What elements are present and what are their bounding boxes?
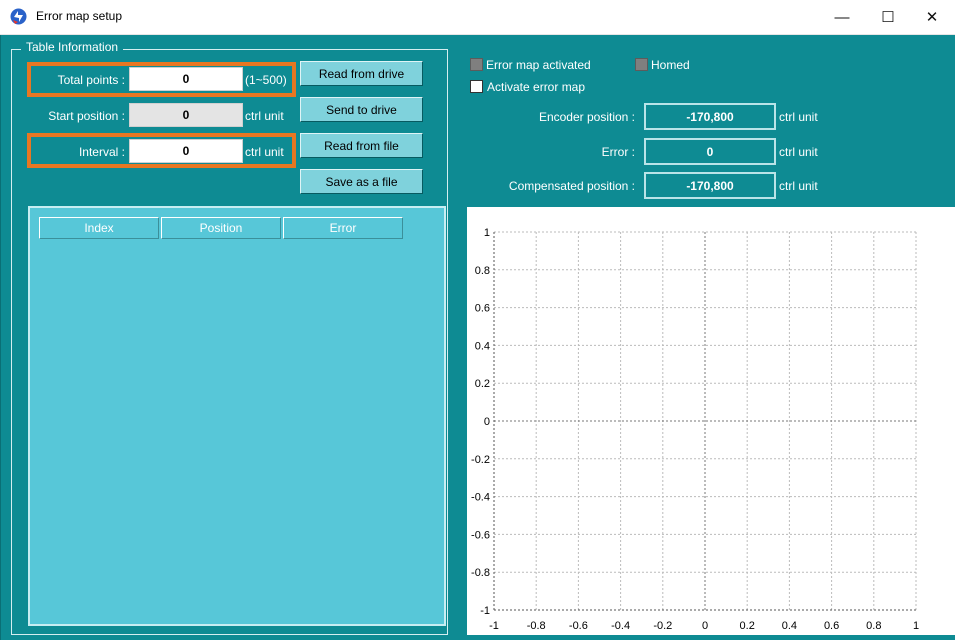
- chart-x-tick-label: 0.2: [740, 620, 755, 632]
- homed-label: Homed: [651, 58, 690, 72]
- interval-unit: ctrl unit: [245, 145, 284, 159]
- encoder-position-value: -170,800: [644, 103, 776, 130]
- chart-y-tick-label: 0.2: [475, 378, 490, 390]
- chart-y-tick-label: -0.6: [471, 529, 490, 541]
- chart-x-tick-label: -1: [489, 620, 499, 632]
- chart-y-tick-label: 0: [484, 416, 490, 428]
- chart-x-tick-label: 1: [913, 620, 919, 632]
- column-header-index[interactable]: Index: [39, 217, 159, 239]
- compensated-position-label: Compensated position :: [508, 179, 635, 193]
- title-bar: Error map setup — ☐ ✕: [0, 0, 955, 35]
- chart-y-tick-label: 0.4: [475, 340, 490, 352]
- minimize-button[interactable]: —: [819, 0, 865, 34]
- chart-y-tick-label: 0.8: [475, 265, 490, 277]
- chart-x-tick-label: -0.8: [527, 620, 546, 632]
- chart-x-tick-label: -0.6: [569, 620, 588, 632]
- table-information-legend: Table Information: [21, 40, 124, 54]
- total-points-range: (1~500): [245, 73, 287, 87]
- column-header-error[interactable]: Error: [283, 217, 403, 239]
- chart-y-tick-label: -1: [480, 605, 490, 617]
- chart-plot: -1 -0.8 -0.6 -0.4 -0.2 0 0.2 0.4 0.6 0.8 1 1 0.8 0.6 0…: [471, 227, 919, 632]
- error-map-activated-led: [470, 58, 483, 71]
- error-map-chart: -1 -0.8 -0.6 -0.4 -0.2 0 0.2 0.4 0.6 0.8 1 1 0.8 0.6 0…: [467, 207, 955, 635]
- chart-y-tick-label: -0.8: [471, 567, 490, 579]
- chart-y-tick-label: -0.2: [471, 454, 490, 466]
- start-position-label: Start position :: [48, 109, 125, 123]
- homed-led: [635, 58, 648, 71]
- chart-y-tick-label: 0.6: [475, 303, 490, 315]
- activate-error-map-checkbox[interactable]: [470, 80, 483, 93]
- chart-x-tick-label: -0.4: [611, 620, 630, 632]
- interval-label: Interval :: [78, 145, 125, 159]
- total-points-input[interactable]: 0: [129, 67, 243, 91]
- start-position-input[interactable]: 0: [129, 103, 243, 127]
- error-map-activated-label: Error map activated: [486, 58, 591, 72]
- error-unit: ctrl unit: [779, 145, 818, 159]
- chart-x-tick-label: 0: [702, 620, 708, 632]
- total-points-label: Total points :: [57, 73, 125, 87]
- encoder-position-unit: ctrl unit: [779, 110, 818, 124]
- interval-input[interactable]: 0: [129, 139, 243, 163]
- encoder-position-label: Encoder position :: [538, 110, 635, 124]
- error-map-table[interactable]: Index Position Error: [28, 206, 446, 626]
- error-value: 0: [644, 138, 776, 165]
- chart-x-tick-label: 0.6: [824, 620, 839, 632]
- activate-error-map-label: Activate error map: [487, 80, 586, 94]
- error-label: Error :: [601, 145, 635, 159]
- send-to-drive-button[interactable]: Send to drive: [300, 97, 423, 122]
- window-title: Error map setup: [36, 9, 123, 23]
- chart-x-tick-label: 0.8: [866, 620, 881, 632]
- chart-y-tick-label: 1: [484, 227, 490, 239]
- compensated-position-value: -170,800: [644, 172, 776, 199]
- chart-x-tick-label: -0.2: [653, 620, 672, 632]
- maximize-button[interactable]: ☐: [865, 0, 911, 34]
- client-area: Table Information Total points : 0 (1~50…: [0, 35, 955, 640]
- start-position-unit: ctrl unit: [245, 109, 284, 123]
- close-button[interactable]: ✕: [909, 0, 955, 34]
- app-icon: [10, 8, 27, 25]
- chart-x-tick-label: 0.4: [782, 620, 797, 632]
- save-as-file-button[interactable]: Save as a file: [300, 169, 423, 194]
- read-from-drive-button[interactable]: Read from drive: [300, 61, 423, 86]
- read-from-file-button[interactable]: Read from file: [300, 133, 423, 158]
- chart-y-tick-label: -0.4: [471, 492, 490, 504]
- column-header-position[interactable]: Position: [161, 217, 281, 239]
- compensated-position-unit: ctrl unit: [779, 179, 818, 193]
